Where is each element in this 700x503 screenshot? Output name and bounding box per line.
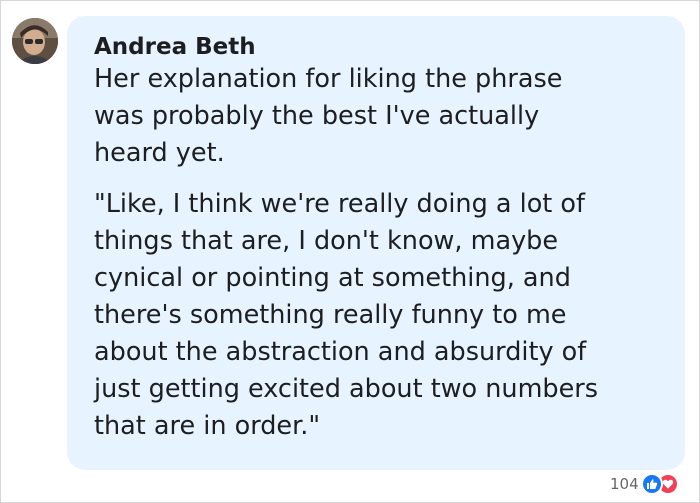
comment-card: Andrea Beth Her explanation for liking t…: [0, 0, 700, 503]
comment-text-quote: "Like, I think we're really doing a lot …: [94, 189, 599, 441]
comment-author[interactable]: Andrea Beth: [94, 31, 256, 64]
avatar-photo: [12, 18, 58, 64]
reactions-summary[interactable]: 104: [610, 473, 679, 495]
reaction-count: 104: [610, 475, 639, 493]
like-icon: [640, 473, 663, 495]
comment-text: Her explanation for liking the phrase wa…: [94, 64, 563, 168]
avatar[interactable]: [12, 18, 58, 64]
